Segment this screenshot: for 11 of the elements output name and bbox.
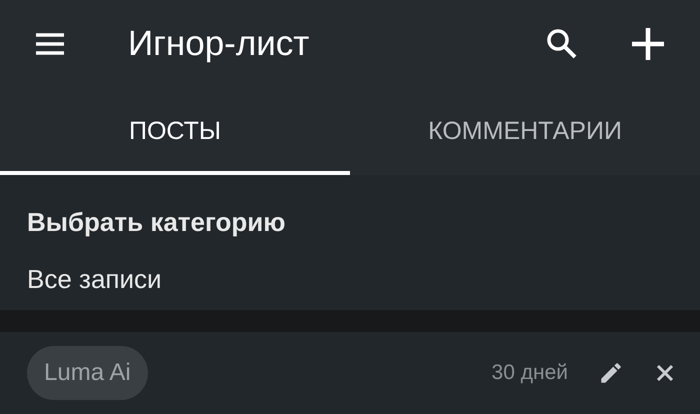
section-title: Выбрать категорию	[27, 206, 286, 239]
age-label: 30 дней	[492, 360, 568, 386]
app-title: Игнор-лист	[128, 22, 310, 65]
menu-icon[interactable]	[34, 32, 66, 56]
name-chip: Luma Ai	[27, 346, 148, 400]
category-value[interactable]: Все записи	[27, 260, 673, 299]
tab[interactable]: КОММЕНТАРИИ	[350, 88, 700, 175]
close-icon[interactable]	[656, 364, 674, 382]
search-icon[interactable]	[546, 28, 578, 60]
plus-icon[interactable]	[630, 26, 666, 62]
tab[interactable]: ПОСТЫ	[0, 88, 350, 175]
